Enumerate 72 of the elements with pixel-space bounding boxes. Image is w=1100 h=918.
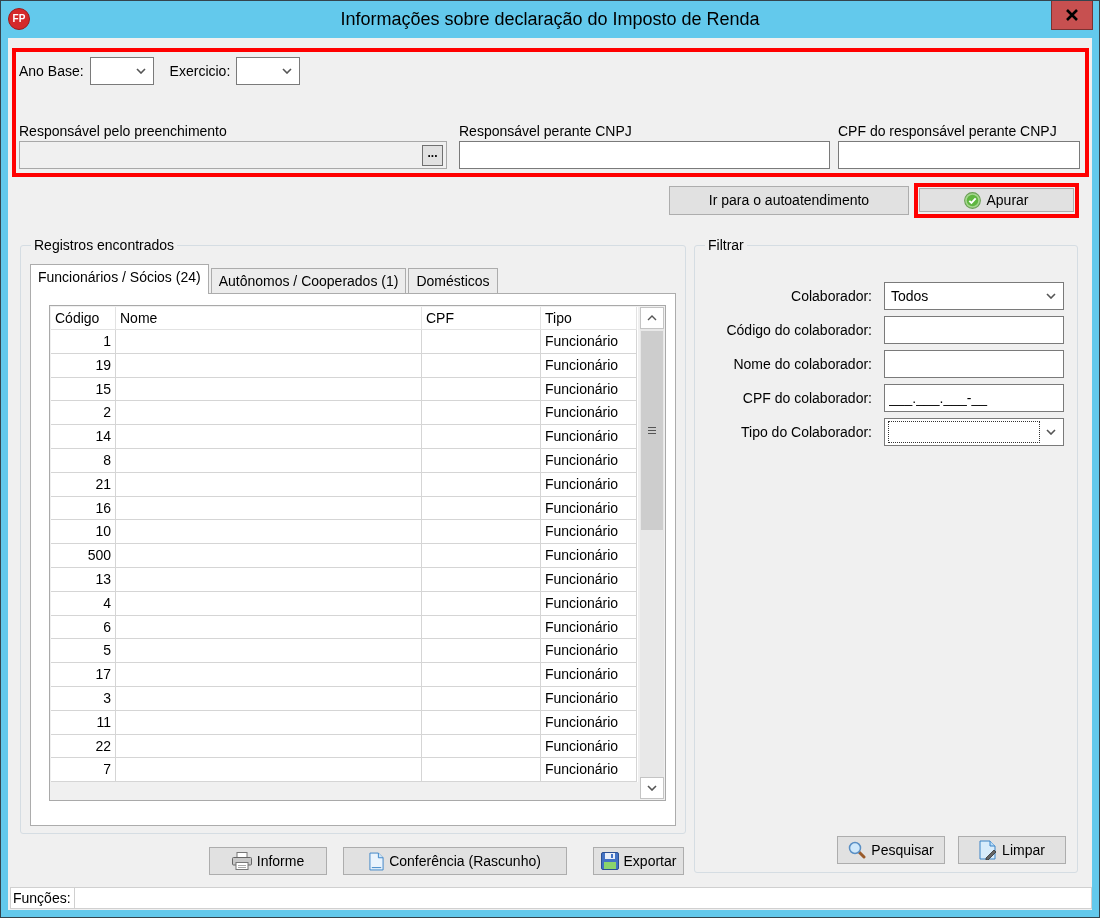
chevron-down-icon: [647, 785, 657, 791]
table-cell: Funcionário: [541, 663, 637, 687]
field-label: Tipo do Colaborador:: [740, 423, 872, 441]
text-field[interactable]: [884, 350, 1064, 378]
table-cell: 3: [51, 686, 116, 711]
scroll-down-button[interactable]: [640, 777, 664, 799]
table-cell: Funcionário: [541, 686, 637, 711]
close-icon: [1066, 9, 1078, 21]
search-button[interactable]: Pesquisar: [837, 836, 945, 864]
table-cell: 21: [51, 472, 116, 497]
dropdown[interactable]: [884, 418, 1064, 446]
field-label: Exercicio:: [169, 62, 231, 80]
search-icon: [848, 841, 867, 859]
window-title: Informações sobre declaração do Imposto de Renda: [340, 8, 760, 31]
text-field[interactable]: [838, 141, 1080, 169]
close-button[interactable]: [1051, 1, 1093, 30]
status-label: Funções:: [12, 888, 72, 908]
check-icon: [964, 191, 982, 209]
text-field[interactable]: [459, 141, 830, 169]
dropdown[interactable]: Todos: [884, 282, 1064, 310]
grip-icon: [648, 427, 656, 434]
table-cell: 8: [51, 449, 116, 473]
table-cell: 7: [51, 758, 116, 783]
field-label: Código do colaborador:: [725, 321, 872, 339]
chevron-down-icon: [1046, 293, 1056, 299]
table-cell: Funcionário: [541, 353, 637, 378]
field-label: CPF do responsável perante CNPJ: [838, 123, 1058, 140]
document-icon: [369, 851, 385, 871]
app-logo: FP: [8, 8, 30, 30]
field-label: Responsável pelo preenchimento: [19, 123, 228, 140]
chevron-up-icon: [647, 315, 657, 321]
table-cell: Funcionário: [541, 710, 637, 735]
chevron-down-icon: [282, 68, 293, 74]
field-label: Responsável perante CNPJ: [459, 123, 633, 140]
scroll-up-button[interactable]: [640, 307, 664, 329]
table-cell: Funcionário: [541, 591, 637, 616]
table-cell: Funcionário: [541, 758, 637, 783]
table-cell: 1: [51, 330, 116, 354]
text-field[interactable]: ___.___.___-__: [884, 384, 1064, 412]
tab[interactable]: Domésticos: [408, 268, 498, 293]
table-cell: Funcionário: [541, 330, 637, 354]
table-cell: Funcionário: [541, 544, 637, 568]
table-cell: Funcionário: [541, 425, 637, 449]
table-cell: Funcionário: [541, 472, 637, 497]
chevron-down-icon: [135, 68, 146, 74]
table-cell: 14: [51, 425, 116, 449]
clear-button[interactable]: Limpar: [958, 836, 1066, 864]
table-cell: Funcionário: [541, 567, 637, 592]
table-cell: 500: [51, 544, 116, 568]
table-cell: Funcionário: [541, 449, 637, 473]
tab[interactable]: Autônomos / Cooperados (1): [210, 268, 407, 293]
document-pen-icon: [979, 840, 998, 860]
tab[interactable]: Funcionários / Sócios (24): [30, 264, 209, 294]
export-button[interactable]: Exportar: [593, 847, 684, 875]
printer-icon: [231, 852, 252, 870]
table-cell: 17: [51, 663, 116, 687]
table-cell: 4: [51, 591, 116, 616]
field-label: CPF do colaborador:: [741, 389, 872, 407]
report-button[interactable]: Informe: [209, 847, 327, 875]
scrollbar-thumb[interactable]: [641, 331, 663, 530]
field-label: Nome do colaborador:: [732, 355, 872, 373]
table-cell: 11: [51, 710, 116, 735]
table-cell: 19: [51, 353, 116, 378]
text-field[interactable]: [884, 316, 1064, 344]
draft-button[interactable]: Conferência (Rascunho): [343, 847, 567, 875]
group-title: Registros encontrados: [31, 236, 178, 254]
field-label: Colaborador:: [790, 287, 872, 305]
chevron-down-icon: [1046, 429, 1056, 435]
calculate-button[interactable]: Apurar: [919, 188, 1074, 213]
field-label: Ano Base:: [19, 62, 84, 80]
self-service-button[interactable]: Ir para o autoatendimento: [669, 186, 909, 215]
table-cell: 13: [51, 567, 116, 592]
